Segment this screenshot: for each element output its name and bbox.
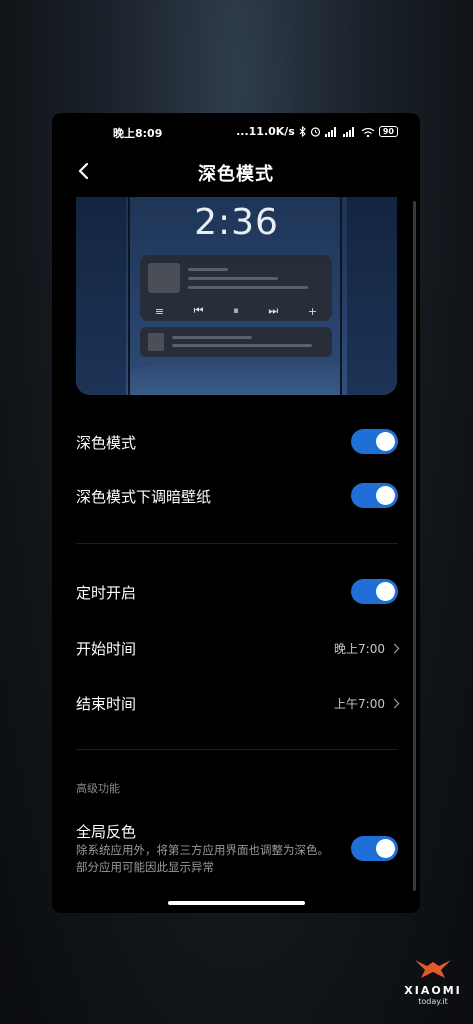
wifi-icon (361, 127, 375, 137)
toggle-knob (376, 486, 395, 505)
setting-label: 全局反色 (76, 823, 137, 841)
toggle-knob (376, 432, 395, 451)
page-title: 深色模式 (198, 164, 274, 185)
setting-label: 定时开启 (76, 584, 137, 602)
toggle-knob (376, 839, 395, 858)
divider (76, 543, 398, 544)
dark-mode-preview: 2:36 ≡ ⏮ ⏸ ⏭ + (76, 197, 397, 395)
chevron-right-icon (389, 698, 400, 709)
bluetooth-icon (299, 126, 306, 137)
divider (76, 749, 398, 750)
status-bar: 晚上8:09 ...11.0K/s 90 (52, 113, 420, 151)
setting-label: 结束时间 (76, 695, 137, 713)
status-time: 晚上8:09 (113, 127, 163, 140)
start-time-value: 晚上7:00 (334, 640, 400, 657)
alarm-icon (310, 127, 320, 137)
preview-notification-card (140, 327, 332, 357)
chevron-right-icon (389, 643, 400, 654)
home-indicator[interactable] (168, 901, 305, 905)
playlist-icon: ≡ (154, 304, 165, 318)
network-speed: ...11.0K/s (236, 125, 295, 138)
placeholder-line (172, 344, 312, 347)
scrollbar[interactable] (413, 201, 416, 891)
end-time-value: 上午7:00 (334, 695, 400, 712)
placeholder-line (188, 268, 228, 271)
setting-end-time[interactable]: 结束时间 上午7:00 (76, 690, 400, 720)
media-controls: ≡ ⏮ ⏸ ⏭ + (140, 301, 332, 321)
setting-label: 深色模式下调暗壁纸 (76, 488, 212, 506)
start-time-text: 晚上7:00 (334, 642, 385, 656)
toggle-knob (376, 582, 395, 601)
setting-label: 开始时间 (76, 640, 137, 658)
setting-start-time[interactable]: 开始时间 晚上7:00 (76, 635, 400, 665)
pause-icon: ⏸ (233, 304, 239, 317)
setting-dark-mode[interactable]: 深色模式 (76, 429, 398, 459)
dark-mode-toggle[interactable] (351, 429, 398, 454)
xiaomi-today-logo (415, 960, 451, 978)
status-icons: ...11.0K/s 90 (236, 125, 398, 138)
setting-dim-wallpaper[interactable]: 深色模式下调暗壁纸 (76, 483, 398, 513)
placeholder-line (188, 286, 308, 289)
watermark: XIAOMI today.it (400, 958, 466, 1006)
previous-icon: ⏮ (193, 304, 204, 317)
watermark-sub: today.it (418, 997, 448, 1006)
signal-icon (324, 126, 336, 137)
preview-clock: 2:36 (194, 202, 279, 243)
setting-label: 深色模式 (76, 434, 137, 452)
setting-description: 除系统应用外，将第三方应用界面也调整为深色。部分应用可能因此显示异常 (76, 843, 329, 874)
header: 深色模式 (52, 151, 420, 191)
plus-icon: + (307, 304, 318, 318)
scheduled-toggle[interactable] (351, 579, 398, 604)
album-art (148, 263, 180, 293)
placeholder-line (188, 277, 278, 280)
watermark-brand: XIAOMI (404, 984, 462, 997)
section-title-advanced: 高级功能 (76, 782, 120, 795)
setting-scheduled[interactable]: 定时开启 (76, 579, 398, 609)
phone-screen: 晚上8:09 ...11.0K/s 90 深色模式 2:36 ≡ ⏮ ⏸ ⏭ +… (52, 113, 420, 913)
end-time-text: 上午7:00 (334, 697, 385, 711)
next-icon: ⏭ (268, 304, 279, 317)
battery-indicator: 90 (378, 126, 398, 137)
preview-music-card: ≡ ⏮ ⏸ ⏭ + (140, 255, 332, 321)
notification-icon (148, 333, 164, 351)
signal-icon-2 (342, 126, 354, 137)
placeholder-line (172, 336, 252, 339)
global-invert-toggle[interactable] (351, 836, 398, 861)
dim-wallpaper-toggle[interactable] (351, 483, 398, 508)
